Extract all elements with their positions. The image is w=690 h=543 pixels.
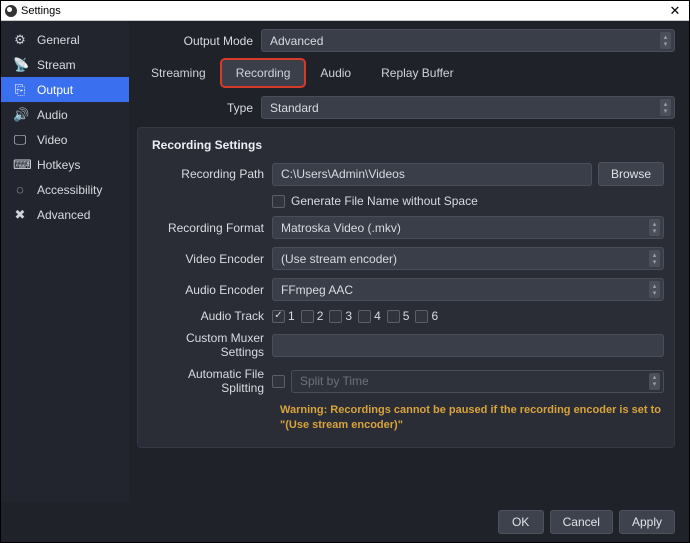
type-select[interactable]: Standard ▴▾	[261, 96, 675, 119]
sidebar-item-label: Video	[37, 133, 67, 147]
track-6-checkbox[interactable]	[415, 310, 428, 323]
sidebar-item-label: Accessibility	[37, 183, 102, 197]
recording-format-value: Matroska Video (.mkv)	[281, 221, 401, 235]
track-2-checkbox[interactable]	[301, 310, 314, 323]
sidebar-item-advanced[interactable]: ✖ Advanced	[1, 202, 129, 227]
tab-audio[interactable]: Audio	[306, 60, 365, 86]
cancel-button[interactable]: Cancel	[550, 510, 613, 534]
video-encoder-value: (Use stream encoder)	[281, 252, 397, 266]
type-value: Standard	[270, 101, 319, 115]
output-mode-value: Advanced	[270, 34, 323, 48]
apply-button[interactable]: Apply	[619, 510, 675, 534]
dropdown-icon: ▴▾	[649, 373, 660, 390]
ok-button[interactable]: OK	[498, 510, 544, 534]
audio-track-group: 1 2 3 4 5 6	[272, 309, 664, 323]
dropdown-icon: ▴▾	[649, 250, 660, 267]
muxer-settings-label: Custom Muxer Settings	[148, 331, 272, 359]
audio-track-label: Audio Track	[148, 309, 272, 323]
dropdown-icon: ▴▾	[660, 32, 671, 49]
close-icon[interactable]: ✕	[665, 4, 685, 17]
dialog-footer: OK Cancel Apply	[1, 502, 689, 542]
sidebar-item-video[interactable]: 🖵 Video	[1, 127, 129, 152]
output-icon: ⎘	[13, 82, 27, 98]
recording-settings-panel: Recording Settings Recording Path C:\Use…	[137, 127, 675, 448]
sidebar-item-label: Audio	[37, 108, 68, 122]
output-tabs: Streaming Recording Audio Replay Buffer	[137, 60, 675, 86]
accessibility-icon: ◌	[13, 182, 27, 197]
keyboard-icon: ⌨	[13, 157, 27, 173]
panel-title: Recording Settings	[152, 138, 664, 152]
sidebar-item-label: Output	[37, 83, 73, 97]
sidebar: ⚙ General 📡 Stream ⎘ Output 🔊 Audio 🖵 Vi…	[1, 21, 129, 502]
sidebar-item-accessibility[interactable]: ◌ Accessibility	[1, 177, 129, 202]
sidebar-item-output[interactable]: ⎘ Output	[1, 77, 129, 102]
tools-icon: ✖	[13, 207, 27, 223]
type-label: Type	[137, 101, 261, 115]
video-encoder-label: Video Encoder	[148, 252, 272, 266]
auto-split-label: Automatic File Splitting	[148, 367, 272, 395]
tab-replay-buffer[interactable]: Replay Buffer	[367, 60, 468, 86]
recording-format-select[interactable]: Matroska Video (.mkv) ▴▾	[272, 216, 664, 239]
sidebar-item-audio[interactable]: 🔊 Audio	[1, 102, 129, 127]
generate-filename-checkbox[interactable]	[272, 195, 285, 208]
sidebar-item-stream[interactable]: 📡 Stream	[1, 52, 129, 77]
auto-split-checkbox[interactable]	[272, 375, 285, 388]
title-bar: Settings ✕	[1, 1, 689, 21]
dropdown-icon: ▴▾	[660, 99, 671, 116]
speaker-icon: 🔊	[13, 107, 27, 123]
recording-format-label: Recording Format	[148, 221, 272, 235]
tab-recording[interactable]: Recording	[222, 60, 305, 86]
track-4-checkbox[interactable]	[358, 310, 371, 323]
audio-encoder-label: Audio Encoder	[148, 283, 272, 297]
sidebar-item-label: Stream	[37, 58, 76, 72]
browse-button[interactable]: Browse	[598, 162, 664, 186]
track-3-checkbox[interactable]	[329, 310, 342, 323]
encoder-warning: Warning: Recordings cannot be paused if …	[280, 403, 664, 433]
track-1-checkbox[interactable]	[272, 310, 285, 323]
app-icon	[5, 5, 17, 17]
monitor-icon: 🖵	[13, 132, 27, 148]
dropdown-icon: ▴▾	[649, 219, 660, 236]
audio-encoder-value: FFmpeg AAC	[281, 283, 353, 297]
sidebar-item-hotkeys[interactable]: ⌨ Hotkeys	[1, 152, 129, 177]
sidebar-item-general[interactable]: ⚙ General	[1, 27, 129, 52]
sidebar-item-label: General	[37, 33, 80, 47]
muxer-settings-input[interactable]	[272, 334, 664, 357]
output-mode-select[interactable]: Advanced ▴▾	[261, 29, 675, 52]
auto-split-select: Split by Time ▴▾	[291, 370, 664, 393]
dropdown-icon: ▴▾	[649, 281, 660, 298]
tab-streaming[interactable]: Streaming	[137, 60, 220, 86]
gear-icon: ⚙	[13, 32, 27, 48]
generate-filename-label: Generate File Name without Space	[291, 194, 478, 208]
sidebar-item-label: Hotkeys	[37, 158, 80, 172]
window-title: Settings	[21, 5, 665, 17]
track-5-checkbox[interactable]	[387, 310, 400, 323]
antenna-icon: 📡	[13, 57, 27, 73]
recording-path-label: Recording Path	[148, 167, 272, 181]
main-panel: Output Mode Advanced ▴▾ Streaming Record…	[129, 21, 689, 502]
audio-encoder-select[interactable]: FFmpeg AAC ▴▾	[272, 278, 664, 301]
video-encoder-select[interactable]: (Use stream encoder) ▴▾	[272, 247, 664, 270]
sidebar-item-label: Advanced	[37, 208, 90, 222]
auto-split-value: Split by Time	[300, 374, 369, 388]
output-mode-label: Output Mode	[137, 34, 261, 48]
recording-path-input[interactable]: C:\Users\Admin\Videos	[272, 163, 592, 186]
recording-path-value: C:\Users\Admin\Videos	[281, 167, 405, 181]
